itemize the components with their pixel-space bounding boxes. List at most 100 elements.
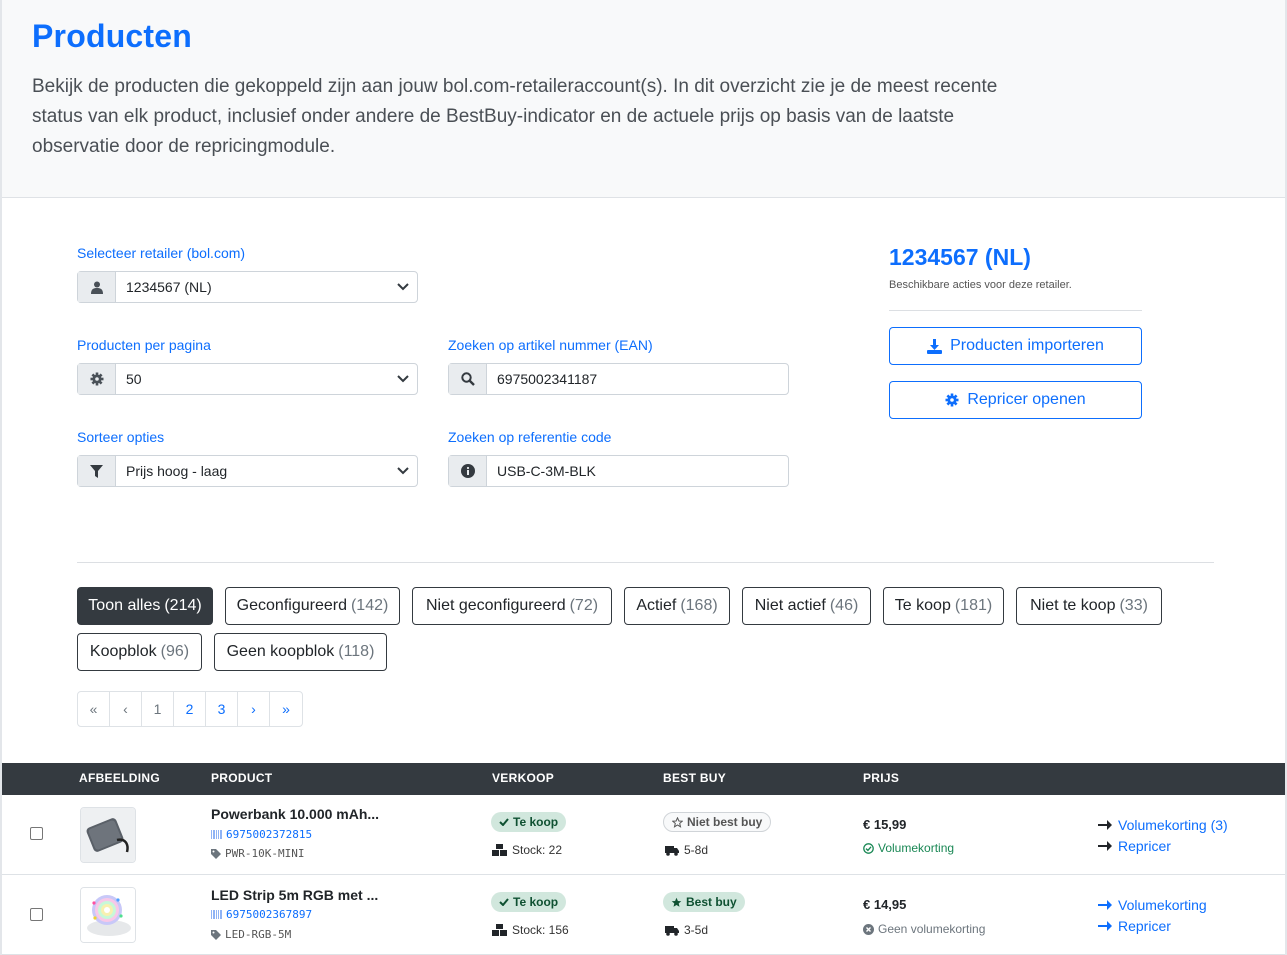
pagination-page-2[interactable]: 2 bbox=[174, 692, 206, 726]
product-ean[interactable]: 6975002367897 bbox=[211, 908, 312, 921]
filter-not-configured-button[interactable]: Niet geconfigureerd (72) bbox=[412, 587, 612, 625]
sale-status-badge: Te koop bbox=[491, 892, 567, 912]
stock-value: Stock: 156 bbox=[512, 923, 569, 937]
chevron-down-icon bbox=[397, 283, 409, 291]
filter-count: (142) bbox=[350, 597, 389, 614]
product-ref: LED-RGB-5M bbox=[211, 928, 291, 941]
delivery-value: 5-8d bbox=[684, 843, 709, 857]
filter-count: (181) bbox=[954, 597, 993, 614]
download-icon bbox=[927, 338, 943, 354]
ean-label: Zoeken op artikel nummer (EAN) bbox=[448, 337, 653, 353]
product-ean-value: 6975002372815 bbox=[226, 828, 313, 841]
delivery-info: 3-5d bbox=[665, 923, 708, 937]
row-checkbox[interactable] bbox=[30, 908, 43, 921]
product-ean-value: 6975002367897 bbox=[226, 908, 313, 921]
pagination-first[interactable]: « bbox=[78, 692, 110, 726]
sort-select[interactable]: Prijs hoog - laag bbox=[77, 455, 418, 487]
pagination-page-1[interactable]: 1 bbox=[142, 692, 174, 726]
volume-discount-status-label: Geen volumekorting bbox=[878, 922, 986, 936]
filter-for-sale-button[interactable]: Te koop (181) bbox=[883, 587, 1004, 625]
filter-count: (96) bbox=[160, 643, 190, 660]
volume-discount-status: Volumekorting bbox=[863, 841, 954, 855]
stock-info: Stock: 22 bbox=[492, 843, 562, 857]
stock-info: Stock: 156 bbox=[492, 923, 569, 937]
volume-discount-link[interactable]: Volumekorting bbox=[1098, 897, 1207, 913]
column-header-bestbuy: BEST BUY bbox=[663, 771, 727, 785]
column-header-sale: VERKOOP bbox=[492, 771, 555, 785]
sale-status-badge: Te koop bbox=[491, 812, 567, 832]
filter-count: (214) bbox=[164, 597, 202, 614]
delivery-info: 5-8d bbox=[665, 843, 708, 857]
repricer-link[interactable]: Repricer bbox=[1098, 918, 1171, 934]
table-row: Powerbank 10.000 mAh... 6975002372815 PW… bbox=[2, 795, 1285, 875]
led-strip-image bbox=[81, 888, 135, 942]
truck-icon bbox=[665, 925, 679, 936]
filter-buybox-button[interactable]: Koopblok (96) bbox=[77, 633, 202, 671]
import-products-label: Producten importeren bbox=[950, 337, 1104, 354]
arrow-right-icon bbox=[1098, 820, 1112, 830]
repricer-link-label: Repricer bbox=[1118, 918, 1171, 934]
user-icon bbox=[78, 272, 116, 302]
bestbuy-label: Niet best buy bbox=[687, 815, 763, 829]
volume-discount-link[interactable]: Volumekorting (3) bbox=[1098, 817, 1228, 833]
star-outline-icon bbox=[672, 816, 683, 828]
ean-search-input[interactable]: 6975002341187 bbox=[448, 363, 789, 395]
check-circle-icon bbox=[863, 842, 874, 854]
column-header-image: AFBEELDING bbox=[79, 771, 160, 785]
filter-not-for-sale-button[interactable]: Niet te koop (33) bbox=[1016, 587, 1162, 625]
price-value: € 14,95 bbox=[863, 897, 907, 912]
arrow-right-icon bbox=[1098, 921, 1112, 931]
open-repricer-button[interactable]: Repricer openen bbox=[889, 381, 1142, 419]
pagination-prev[interactable]: ‹ bbox=[110, 692, 142, 726]
price-value: € 15,99 bbox=[863, 817, 907, 832]
filter-count: (46) bbox=[829, 597, 859, 614]
divider bbox=[889, 310, 1142, 311]
powerbank-image bbox=[81, 808, 135, 862]
chevron-down-icon bbox=[397, 467, 409, 475]
product-name: Powerbank 10.000 mAh... bbox=[211, 806, 380, 822]
filter-label: Niet geconfigureerd bbox=[425, 597, 566, 614]
page-title: Producten bbox=[32, 18, 193, 54]
volume-discount-link-label: Volumekorting bbox=[1118, 897, 1207, 913]
ref-search-value: USB-C-3M-BLK bbox=[497, 463, 596, 479]
row-checkbox[interactable] bbox=[30, 827, 43, 840]
pagination-next[interactable]: › bbox=[238, 692, 270, 726]
bestbuy-badge: Niet best buy bbox=[663, 812, 772, 832]
filter-icon bbox=[78, 456, 116, 486]
search-icon bbox=[449, 364, 487, 394]
pagination-page-3[interactable]: 3 bbox=[206, 692, 238, 726]
import-products-button[interactable]: Producten importeren bbox=[889, 327, 1142, 365]
gear-icon bbox=[945, 393, 959, 407]
page-header: Producten Bekijk de producten die gekopp… bbox=[2, 0, 1285, 198]
info-icon bbox=[449, 456, 487, 486]
filter-active-button[interactable]: Actief (168) bbox=[624, 587, 730, 625]
gear-icon bbox=[78, 364, 116, 394]
arrow-right-icon bbox=[1098, 900, 1112, 910]
product-ref-value: LED-RGB-5M bbox=[225, 928, 292, 941]
retailer-select[interactable]: 1234567 (NL) bbox=[77, 271, 418, 303]
sale-status-label: Te koop bbox=[513, 895, 559, 909]
filter-label: Te koop bbox=[894, 597, 951, 614]
bestbuy-label: Best buy bbox=[686, 895, 737, 909]
filter-configured-button[interactable]: Geconfigureerd (142) bbox=[225, 587, 400, 625]
repricer-link[interactable]: Repricer bbox=[1098, 838, 1171, 854]
product-ean[interactable]: 6975002372815 bbox=[211, 828, 312, 841]
filter-no-buybox-button[interactable]: Geen koopblok (118) bbox=[214, 633, 387, 671]
pagination-last[interactable]: » bbox=[270, 692, 302, 726]
volume-discount-link-label: Volumekorting (3) bbox=[1118, 817, 1228, 833]
filter-not-active-button[interactable]: Niet actief (46) bbox=[742, 587, 871, 625]
arrow-right-icon bbox=[1098, 841, 1112, 851]
per-page-label: Producten per pagina bbox=[77, 337, 211, 353]
filter-label: Actief bbox=[636, 597, 677, 614]
section-divider bbox=[77, 562, 1214, 563]
truck-icon bbox=[665, 845, 679, 856]
column-header-product: PRODUCT bbox=[211, 771, 273, 785]
chevron-down-icon bbox=[397, 375, 409, 383]
star-icon bbox=[671, 897, 682, 907]
ref-search-input[interactable]: USB-C-3M-BLK bbox=[448, 455, 789, 487]
page: Producten Bekijk de producten die gekopp… bbox=[0, 0, 1287, 955]
product-ref-value: PWR-10K-MINI bbox=[225, 847, 305, 860]
retailer-label: Selecteer retailer (bol.com) bbox=[77, 245, 246, 261]
per-page-select[interactable]: 50 bbox=[77, 363, 418, 395]
filter-all-button[interactable]: Toon alles (214) bbox=[77, 587, 213, 625]
